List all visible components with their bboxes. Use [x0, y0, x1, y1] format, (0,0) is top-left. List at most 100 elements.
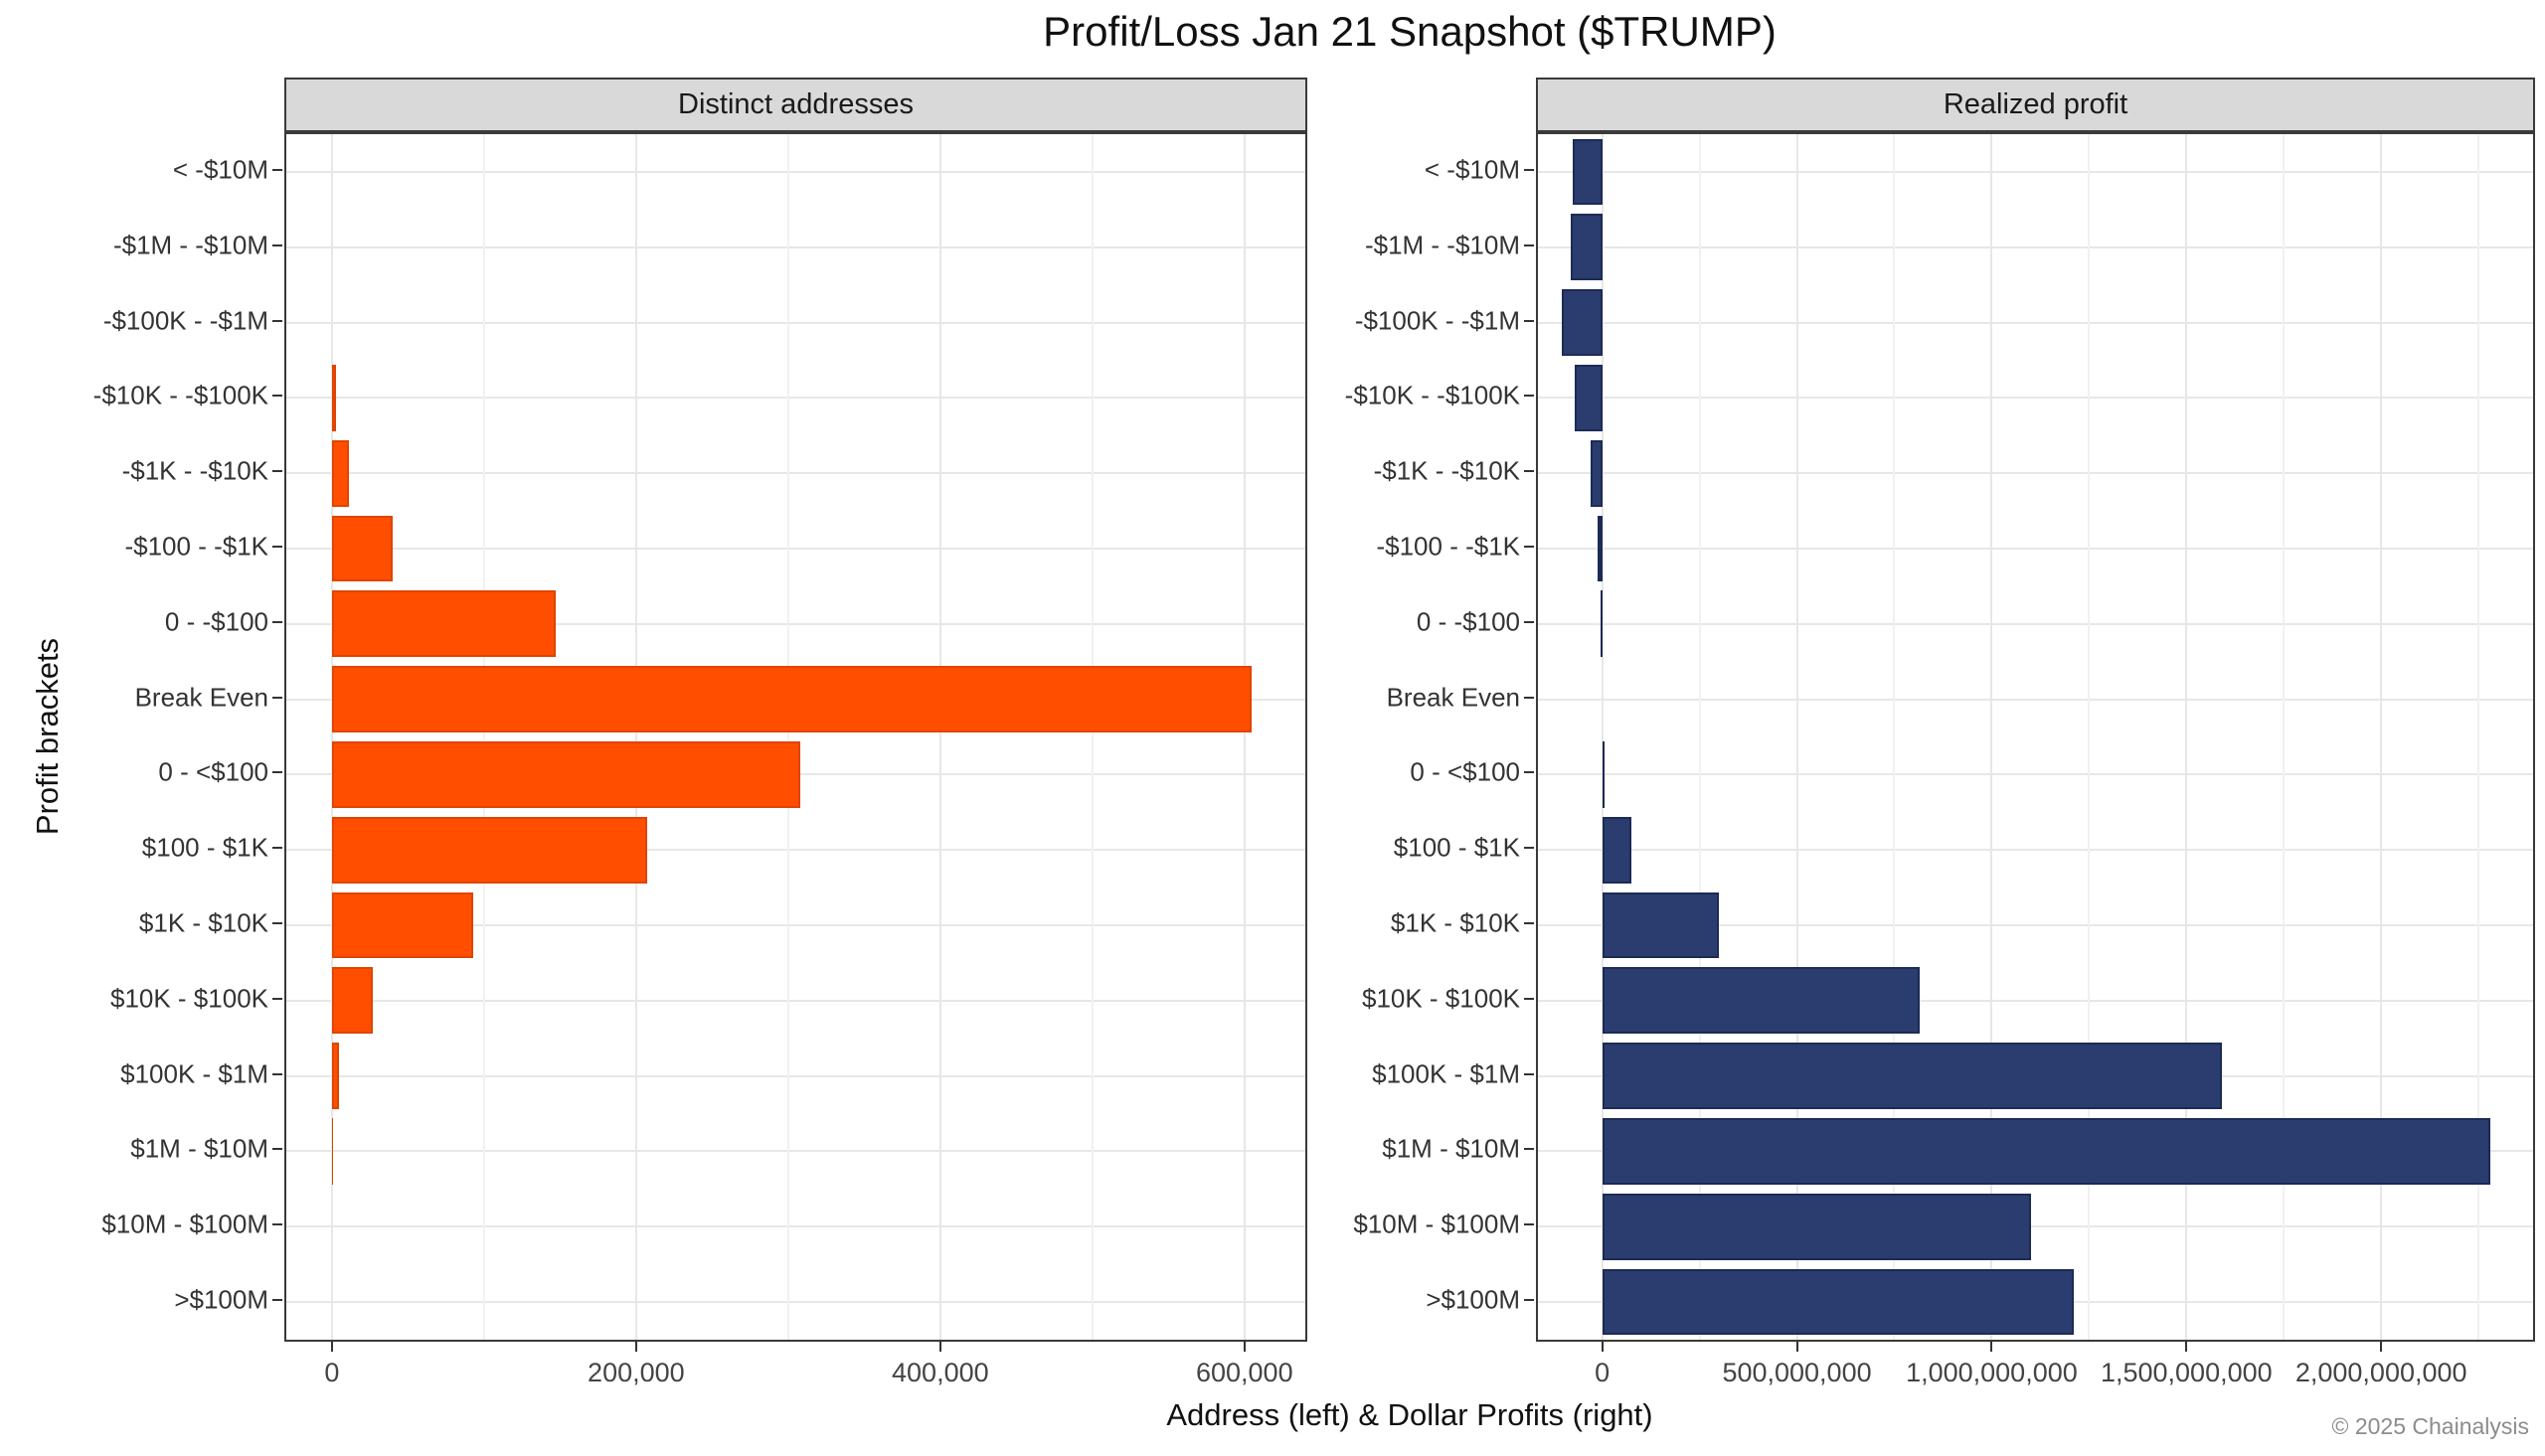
- bar-0-100: [1601, 590, 1603, 657]
- y-tick-mark: [272, 1299, 282, 1301]
- y-tick-mark: [1524, 470, 1534, 472]
- x-tick-label: 1,000,000,000: [1906, 1358, 2078, 1388]
- y-tick-mark: [1524, 847, 1534, 849]
- gridline-horizontal: [286, 1075, 1305, 1077]
- y-tick-mark: [1524, 771, 1534, 773]
- bar--10m: [1573, 139, 1602, 206]
- gridline-horizontal: [286, 1301, 1305, 1303]
- y-tick-mark: [1524, 1148, 1534, 1150]
- y-tick-mark: [272, 697, 282, 699]
- y-tick-mark: [272, 1223, 282, 1225]
- gridline-horizontal: [1538, 472, 2533, 474]
- x-tick-mark: [1602, 1342, 1604, 1352]
- x-tick-mark: [2185, 1342, 2187, 1352]
- y-tick-label: $10K - $100K: [110, 983, 268, 1014]
- y-tick-label: $100 - $1K: [142, 833, 268, 864]
- gridline-horizontal: [1538, 397, 2533, 399]
- y-tick-mark: [1524, 244, 1534, 246]
- x-tick-label: 600,000: [1196, 1358, 1293, 1388]
- gridline-horizontal: [286, 246, 1305, 248]
- copyright-footer: © 2025 Chainalysis: [2332, 1413, 2530, 1440]
- bar--1m-10m: [1571, 214, 1602, 280]
- gridline-horizontal: [286, 1000, 1305, 1002]
- x-tick-label: 200,000: [588, 1358, 685, 1388]
- x-tick-mark: [635, 1342, 637, 1352]
- y-tick-label: $1M - $10M: [130, 1134, 268, 1165]
- y-tick-mark: [1524, 1073, 1534, 1075]
- bar--1m-10m: [332, 1118, 334, 1185]
- panel-realized-profit: < -$10M-$1M - -$10M-$100K - -$1M-$10K - …: [1536, 78, 2535, 1411]
- bar--10k-100k: [332, 967, 373, 1034]
- y-tick-label: -$1K - -$10K: [1374, 456, 1520, 487]
- bar--100-1k: [332, 817, 647, 884]
- bar--100-1k: [1603, 817, 1631, 884]
- gridline-horizontal: [1538, 849, 2533, 851]
- y-tick-label: -$100K - -$1M: [103, 305, 268, 336]
- gridline-horizontal: [286, 1150, 1305, 1152]
- x-tick-label: 2,000,000,000: [2295, 1358, 2467, 1388]
- y-tick-label: < -$10M: [1425, 154, 1520, 185]
- bar-0-100: [332, 741, 800, 808]
- y-tick-label: 0 - <$100: [1410, 757, 1520, 788]
- y-tick-mark: [1524, 621, 1534, 623]
- y-tick-mark: [1524, 922, 1534, 924]
- bar--1k-10k: [332, 892, 473, 959]
- y-tick-mark: [272, 1148, 282, 1150]
- y-tick-label: -$1M - -$10M: [1365, 230, 1520, 260]
- gridline-horizontal: [286, 322, 1305, 324]
- y-tick-label: -$10K - -$100K: [1345, 381, 1520, 411]
- y-tick-label: -$100 - -$1K: [1376, 531, 1520, 562]
- bar--100k-1m: [1603, 1043, 2222, 1109]
- y-tick-mark: [1524, 320, 1534, 322]
- facet-strip-distinct-addresses: Distinct addresses: [284, 78, 1307, 132]
- x-tick-label: 0: [324, 1358, 339, 1388]
- gridline-vertical-major: [1244, 134, 1246, 1340]
- chart-title: Profit/Loss Jan 21 Snapshot ($TRUMP): [284, 8, 2535, 56]
- y-tick-mark: [272, 1073, 282, 1075]
- gridline-horizontal: [1538, 548, 2533, 550]
- y-tick-label: 0 - -$100: [165, 606, 268, 637]
- y-tick-label: $10M - $100M: [101, 1210, 268, 1240]
- x-axis-title: Address (left) & Dollar Profits (right): [284, 1397, 2535, 1433]
- x-tick-mark: [2380, 1342, 2382, 1352]
- y-tick-label: Break Even: [135, 682, 268, 713]
- y-tick-label: 0 - <$100: [158, 757, 268, 788]
- gridline-vertical-minor: [1092, 134, 1094, 1340]
- bar--100m: [1603, 1269, 2074, 1336]
- plot-area-distinct-addresses: [284, 132, 1307, 1342]
- y-axis-labels-left: < -$10M-$1M - -$10M-$100K - -$1M-$10K - …: [56, 132, 284, 1342]
- bar--1m-10m: [1603, 1118, 2490, 1185]
- facet-strip-realized-profit: Realized profit: [1536, 78, 2535, 132]
- gridline-horizontal: [286, 472, 1305, 474]
- bar--100k-1m: [1562, 289, 1603, 356]
- gridline-horizontal: [1538, 246, 2533, 248]
- gridline-vertical-minor: [787, 134, 789, 1340]
- gridline-horizontal: [286, 548, 1305, 550]
- bar-0-100: [332, 590, 556, 657]
- bar--100-1k: [332, 516, 393, 582]
- y-tick-mark: [1524, 998, 1534, 1000]
- x-tick-mark: [1244, 1342, 1246, 1352]
- y-tick-mark: [1524, 1223, 1534, 1225]
- y-tick-mark: [1524, 1299, 1534, 1301]
- y-tick-mark: [272, 244, 282, 246]
- y-axis-labels-right: < -$10M-$1M - -$10M-$100K - -$1M-$10K - …: [1307, 132, 1536, 1342]
- x-tick-mark: [1796, 1342, 1798, 1352]
- gridline-horizontal: [1538, 322, 2533, 324]
- bar--1k-10k: [1603, 892, 1720, 959]
- gridline-vertical-major: [635, 134, 637, 1340]
- gridline-vertical-major: [939, 134, 941, 1340]
- bar--1k-10k: [332, 440, 349, 507]
- bar--100k-1m: [332, 1043, 339, 1109]
- x-tick-label: 500,000,000: [1722, 1358, 1871, 1388]
- x-tick-label: 0: [1595, 1358, 1610, 1388]
- bar--10k-100k: [332, 365, 336, 431]
- bar-0-100: [1603, 741, 1605, 808]
- x-tick-label: 1,500,000,000: [2101, 1358, 2273, 1388]
- y-tick-label: 0 - -$100: [1417, 606, 1520, 637]
- y-tick-label: -$100 - -$1K: [124, 531, 268, 562]
- y-tick-mark: [272, 169, 282, 171]
- y-tick-label: >$100M: [174, 1285, 268, 1316]
- y-tick-label: $1M - $10M: [1382, 1134, 1520, 1165]
- chart-page: Profit/Loss Jan 21 Snapshot ($TRUMP) Pro…: [0, 0, 2545, 1456]
